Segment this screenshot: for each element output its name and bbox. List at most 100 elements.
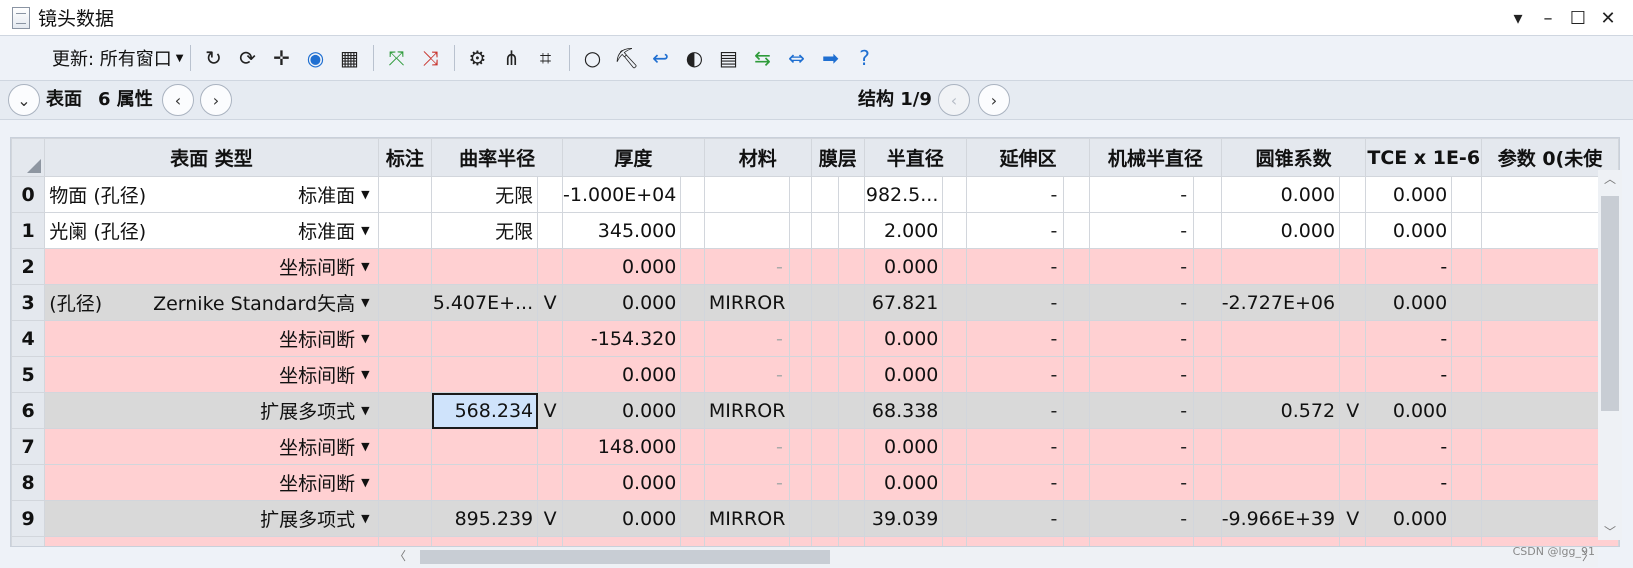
comment-cell[interactable] (377, 212, 433, 249)
table-row[interactable]: 3 (孔径) Zernike Standard矢高 ▼ 5.407E+... V 0.000… (11, 284, 1619, 321)
chip-zone-solve-cell[interactable] (1063, 464, 1091, 501)
mech-solve-cell[interactable] (1193, 284, 1222, 321)
chip-zone-cell[interactable]: - (965, 428, 1065, 465)
row-index[interactable]: 10 (11, 536, 46, 546)
mech-solve-cell[interactable] (1193, 464, 1222, 501)
semi-diameter-cell[interactable]: 982.5... (863, 176, 944, 213)
conic-cell[interactable] (1220, 248, 1341, 285)
material-solve-cell[interactable] (788, 356, 812, 393)
surface-type-cell[interactable]: 坐标间断▼ (44, 464, 379, 501)
conic-cell[interactable]: 0.572 (1220, 392, 1341, 429)
radius-cell[interactable]: 895.239 (431, 500, 539, 537)
surface-type-cell[interactable]: 坐标间断▼ (44, 536, 379, 546)
mech-solve-cell[interactable] (1193, 320, 1222, 357)
thickness-solve-cell[interactable] (680, 320, 705, 357)
material-cell[interactable]: - (703, 428, 790, 465)
chip-zone-solve-cell[interactable] (1063, 212, 1091, 249)
surface-type-dropdown[interactable]: 坐标间断 ▼ (279, 361, 369, 388)
radius-cell[interactable]: 无限 (431, 176, 539, 213)
maximize-icon[interactable]: ☐ (1563, 8, 1593, 29)
semi-diameter-solve-cell[interactable] (942, 536, 967, 546)
thickness-cell[interactable]: 0.000 (561, 500, 682, 537)
comment-cell[interactable] (377, 392, 433, 429)
radius-cell[interactable] (431, 464, 539, 501)
thickness-cell[interactable]: -1.000E+04 (561, 176, 682, 213)
table-row[interactable]: 9 扩展多项式 ▼ 895.239 V 0.000 MIRROR 39.039- - -9.966… (11, 500, 1619, 537)
conic-solve-cell[interactable] (1339, 428, 1367, 465)
tce-solve-cell[interactable] (1451, 284, 1482, 321)
coating-cell[interactable] (810, 464, 839, 501)
tce-cell[interactable]: - (1365, 464, 1453, 501)
table-row[interactable]: 4 坐标间断 ▼ -154.320-0.000- - - (11, 320, 1619, 357)
header-material[interactable]: 材料 (703, 138, 812, 177)
coating-cell[interactable] (810, 212, 839, 249)
table-row[interactable]: 6 扩展多项式 ▼ 568.234 V 0.000 MIRROR 68.338- -0.572 V… (11, 392, 1619, 429)
surface-type-cell[interactable]: 物面 (孔径) 标准面 ▼ (44, 176, 379, 213)
semi-diameter-cell[interactable]: 0.000 (863, 248, 944, 285)
conic-cell[interactable] (1220, 320, 1341, 357)
material-solve-cell[interactable] (788, 428, 812, 465)
comment-cell[interactable] (377, 464, 433, 501)
material-cell[interactable]: MIRROR (703, 284, 790, 321)
material-cell[interactable]: - (703, 320, 790, 357)
material-solve-cell[interactable] (788, 284, 812, 321)
radius-cell[interactable]: 无限 (431, 212, 539, 249)
chip-zone-solve-cell[interactable] (1063, 176, 1091, 213)
conic-solve-cell[interactable] (1339, 248, 1367, 285)
tce-cell[interactable]: - (1365, 320, 1453, 357)
semi-diameter-cell[interactable]: 2.000 (863, 212, 944, 249)
semi-diameter-cell[interactable]: 0.000 (863, 356, 944, 393)
mech-semi-diameter-cell[interactable]: - (1089, 536, 1195, 546)
chip-zone-solve-cell[interactable] (1063, 428, 1091, 465)
surface-type-cell[interactable]: 光阑 (孔径) 标准面 ▼ (44, 212, 379, 249)
tce-cell[interactable]: 0.000 (1365, 176, 1453, 213)
surface-type-dropdown[interactable]: 坐标间断 ▼ (279, 253, 369, 280)
surface-type-dropdown[interactable]: 坐标间断 ▼ (279, 433, 369, 460)
row-index[interactable]: 6 (11, 392, 46, 429)
properties-label[interactable]: 6 属性 (98, 81, 153, 119)
conic-cell[interactable]: -2.727E+06 (1220, 284, 1341, 321)
material-cell[interactable]: MIRROR (703, 500, 790, 537)
table-row[interactable]: 1 光阑 (孔径) 标准面 ▼ 无限 345.000 2.000- -0.000 0.000 (11, 212, 1619, 249)
tce-cell[interactable]: - (1365, 356, 1453, 393)
gear-link-icon[interactable]: ⚙ (463, 43, 493, 73)
mech-solve-cell[interactable] (1193, 248, 1222, 285)
semi-diameter-cell[interactable]: 0.000 (863, 536, 944, 546)
conic-solve-cell[interactable] (1339, 464, 1367, 501)
coating-solve-cell[interactable] (837, 428, 865, 465)
semi-diameter-solve-cell[interactable] (942, 356, 967, 393)
mech-semi-diameter-cell[interactable]: - (1089, 500, 1195, 537)
header-thickness[interactable]: 厚度 (562, 138, 705, 177)
mech-solve-cell[interactable] (1193, 176, 1222, 213)
conic-cell[interactable]: 0.000 (1220, 176, 1341, 213)
radius-solve-cell[interactable]: V (537, 284, 563, 321)
surface-type-cell[interactable]: 扩展多项式 ▼ (44, 500, 379, 537)
chip-zone-cell[interactable]: - (965, 284, 1065, 321)
coating-solve-cell[interactable] (837, 320, 865, 357)
material-solve-cell[interactable] (788, 248, 812, 285)
conic-solve-cell[interactable]: V (1339, 500, 1367, 537)
material-solve-cell[interactable] (788, 536, 812, 546)
row-index[interactable]: 1 (11, 212, 46, 249)
surface-type-cell[interactable]: 扩展多项式 ▼ (44, 392, 379, 429)
coating-solve-cell[interactable] (837, 500, 865, 537)
chip-zone-cell[interactable]: - (965, 320, 1065, 357)
row-index[interactable]: 3 (11, 284, 46, 321)
semi-diameter-solve-cell[interactable] (942, 248, 967, 285)
chip-zone-cell[interactable]: - (965, 248, 1065, 285)
thickness-cell[interactable]: 0.000 (561, 248, 682, 285)
chip-zone-cell[interactable]: - (965, 212, 1065, 249)
table-row[interactable]: 5 坐标间断 ▼ 0.000-0.000- - - (11, 356, 1619, 393)
header-mech-semi-diameter[interactable]: 机械半直径 (1089, 138, 1222, 177)
conic-cell[interactable] (1220, 356, 1341, 393)
table-row[interactable]: 7 坐标间断 ▼ 148.000-0.000- - - (11, 428, 1619, 465)
surface-type-dropdown[interactable]: 扩展多项式 ▼ (260, 505, 369, 532)
chip-zone-cell[interactable]: - (965, 392, 1065, 429)
radius-cell[interactable] (431, 536, 539, 546)
tce-solve-cell[interactable] (1451, 464, 1482, 501)
surface-type-dropdown[interactable]: 标准面 ▼ (298, 181, 369, 208)
comment-cell[interactable] (377, 320, 433, 357)
table-row[interactable]: 8 坐标间断 ▼ 0.000-0.000- - - (11, 464, 1619, 501)
tce-cell[interactable]: 0.000 (1365, 392, 1453, 429)
thickness-cell[interactable]: 150.000 (561, 536, 682, 546)
